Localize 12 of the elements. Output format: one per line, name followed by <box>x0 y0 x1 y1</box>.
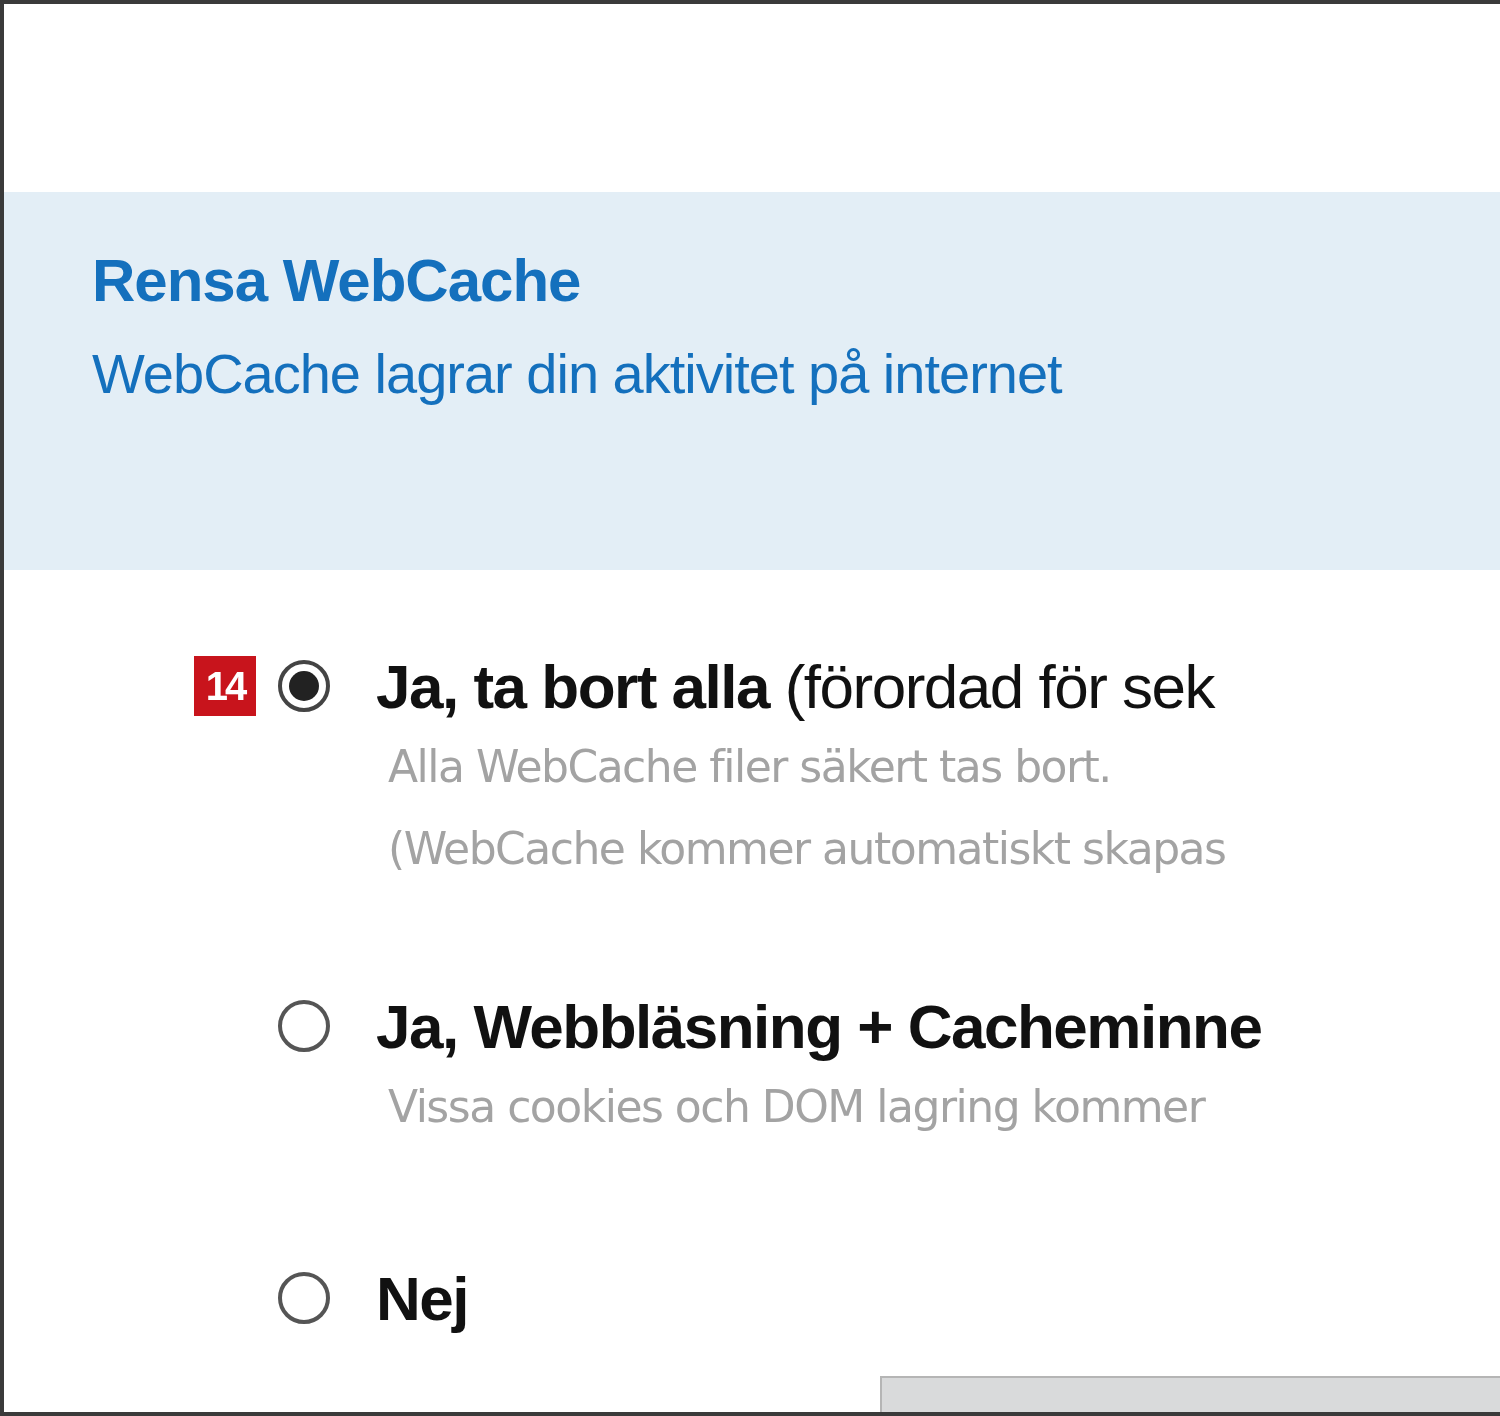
radio-button[interactable] <box>278 1000 330 1052</box>
step-number-badge: 14 <box>194 656 256 716</box>
option-description: Alla WebCache filer säkert tas bort. <box>388 740 1112 794</box>
option-description: (WebCache kommer automatiskt skapas <box>388 822 1227 876</box>
radio-button[interactable] <box>278 660 330 712</box>
option-label[interactable]: Nej <box>376 1262 468 1334</box>
radio-button[interactable] <box>278 1272 330 1324</box>
option-label[interactable]: Ja, Webbläsning + Cacheminne <box>376 990 1262 1062</box>
option-label[interactable]: Ja, ta bort alla (förordad för sek <box>376 650 1215 722</box>
dialog-description: WebCache lagrar din aktivitet på internet <box>92 341 1064 407</box>
option-description: Vissa cookies och DOM lagring kommer <box>388 1080 1207 1134</box>
dialog-title: Rensa WebCache <box>92 246 582 316</box>
